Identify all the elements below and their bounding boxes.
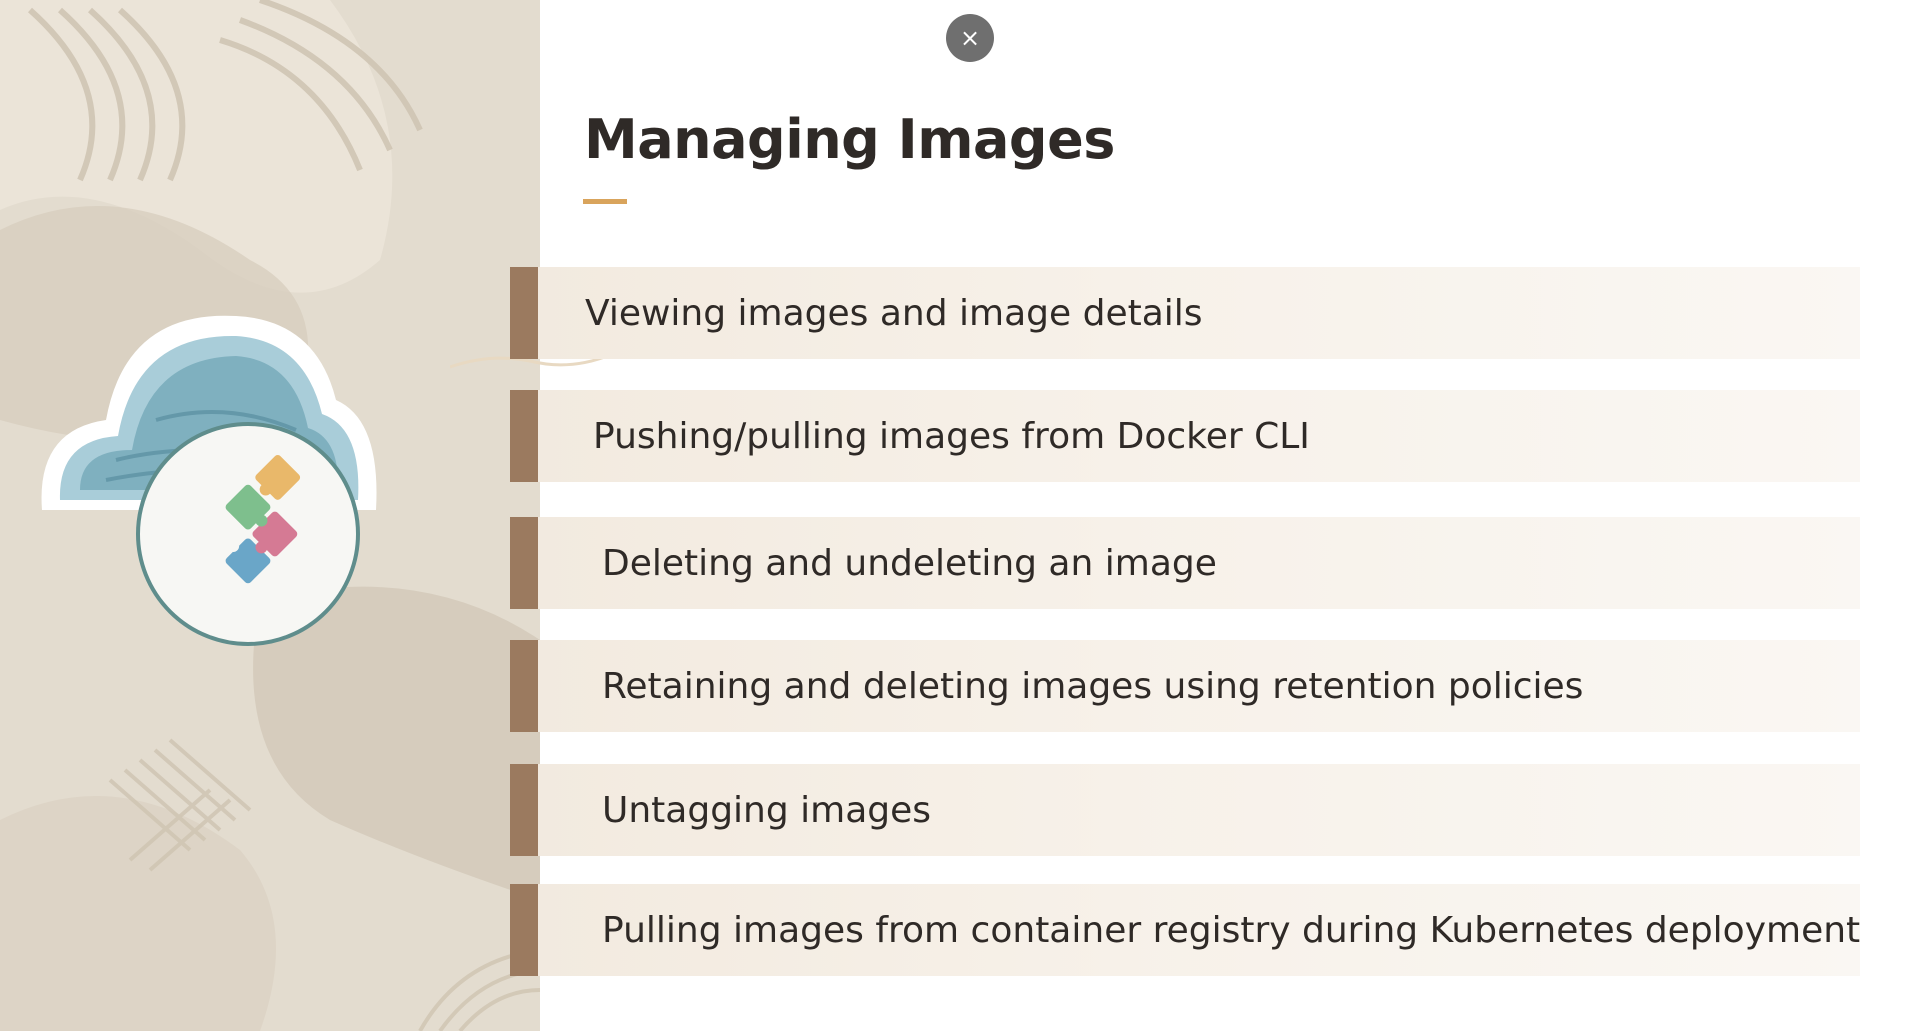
page-title: Managing Images [584, 108, 1115, 171]
decorative-background [0, 0, 540, 1031]
list-item-label: Retaining and deleting images using rete… [602, 665, 1584, 707]
list-item-bar [510, 517, 538, 609]
list-item[interactable]: Untagging images [510, 764, 1860, 856]
cloud-puzzle-icon [41, 315, 377, 646]
list-item[interactable]: Retaining and deleting images using rete… [510, 640, 1860, 732]
list-item[interactable]: Viewing images and image details [510, 267, 1860, 359]
list-item[interactable]: Pulling images from container registry d… [510, 884, 1860, 976]
slide-stage: × Managing Images Viewing images and ima… [0, 0, 1919, 1031]
list-item-bar [510, 267, 538, 359]
list-item-label: Pulling images from container registry d… [602, 909, 1861, 951]
list-item-bar [510, 884, 538, 976]
list-item-label: Viewing images and image details [585, 292, 1203, 334]
list-item-label: Pushing/pulling images from Docker CLI [593, 415, 1310, 457]
list-item-bar [510, 390, 538, 482]
list-item[interactable]: Deleting and undeleting an image [510, 517, 1860, 609]
close-button[interactable]: × [946, 14, 994, 62]
list-item[interactable]: Pushing/pulling images from Docker CLI [510, 390, 1860, 482]
close-icon: × [959, 24, 981, 52]
title-underline [583, 199, 627, 204]
list-item-bar [510, 764, 538, 856]
list-item-label: Deleting and undeleting an image [602, 542, 1217, 584]
list-item-bar [510, 640, 538, 732]
list-item-label: Untagging images [602, 789, 932, 831]
